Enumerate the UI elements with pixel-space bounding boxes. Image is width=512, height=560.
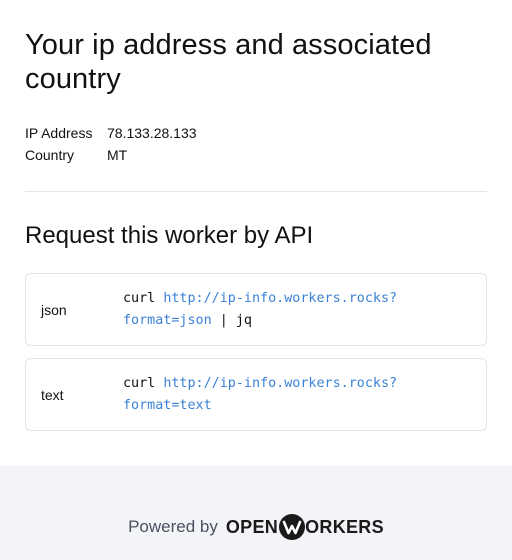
- country-value: MT: [107, 147, 128, 163]
- country-row: Country MT: [25, 144, 197, 166]
- brand-text-left: OPEN: [225, 516, 279, 537]
- footer: Powered by OPEN ORKERS: [0, 466, 512, 560]
- page: Your ip address and associated country I…: [0, 0, 512, 560]
- api-command-text: curl http://ip-info.workers.rocks? forma…: [123, 373, 397, 417]
- ip-info-table: IP Address 78.133.28.133 Country MT: [25, 122, 197, 166]
- curl-command: curl: [123, 291, 164, 306]
- brand-text-right: ORKERS: [305, 516, 384, 537]
- ip-address-row: IP Address 78.133.28.133: [25, 122, 197, 144]
- country-label: Country: [25, 147, 75, 163]
- api-format-label: json: [41, 301, 67, 318]
- api-url-link[interactable]: http://ip-info.workers.rocks?: [163, 291, 397, 306]
- api-format-label: text: [41, 386, 64, 403]
- openworkers-w-logo-icon: [279, 514, 306, 540]
- api-card-text: text curl http://ip-info.workers.rocks? …: [25, 358, 487, 431]
- ip-address-label: IP Address: [25, 125, 93, 141]
- page-title: Your ip address and associated country: [25, 29, 432, 95]
- powered-by[interactable]: Powered by OPEN ORKERS: [128, 513, 384, 541]
- api-card-json: json curl http://ip-info.workers.rocks? …: [25, 273, 487, 346]
- api-url-query[interactable]: format=text: [123, 398, 212, 413]
- api-url-link[interactable]: http://ip-info.workers.rocks?: [163, 376, 397, 391]
- pipe-command: | jq: [211, 313, 252, 328]
- api-command-json: curl http://ip-info.workers.rocks? forma…: [123, 288, 397, 332]
- openworkers-brand[interactable]: OPEN ORKERS: [226, 513, 384, 541]
- main-content: Your ip address and associated country I…: [0, 0, 512, 431]
- ip-address-value: 78.133.28.133: [107, 125, 197, 141]
- curl-command: curl: [123, 376, 164, 391]
- api-section-title: Request this worker by API: [25, 222, 314, 249]
- api-url-query[interactable]: format=json: [123, 313, 212, 328]
- powered-by-text: Powered by: [128, 517, 218, 536]
